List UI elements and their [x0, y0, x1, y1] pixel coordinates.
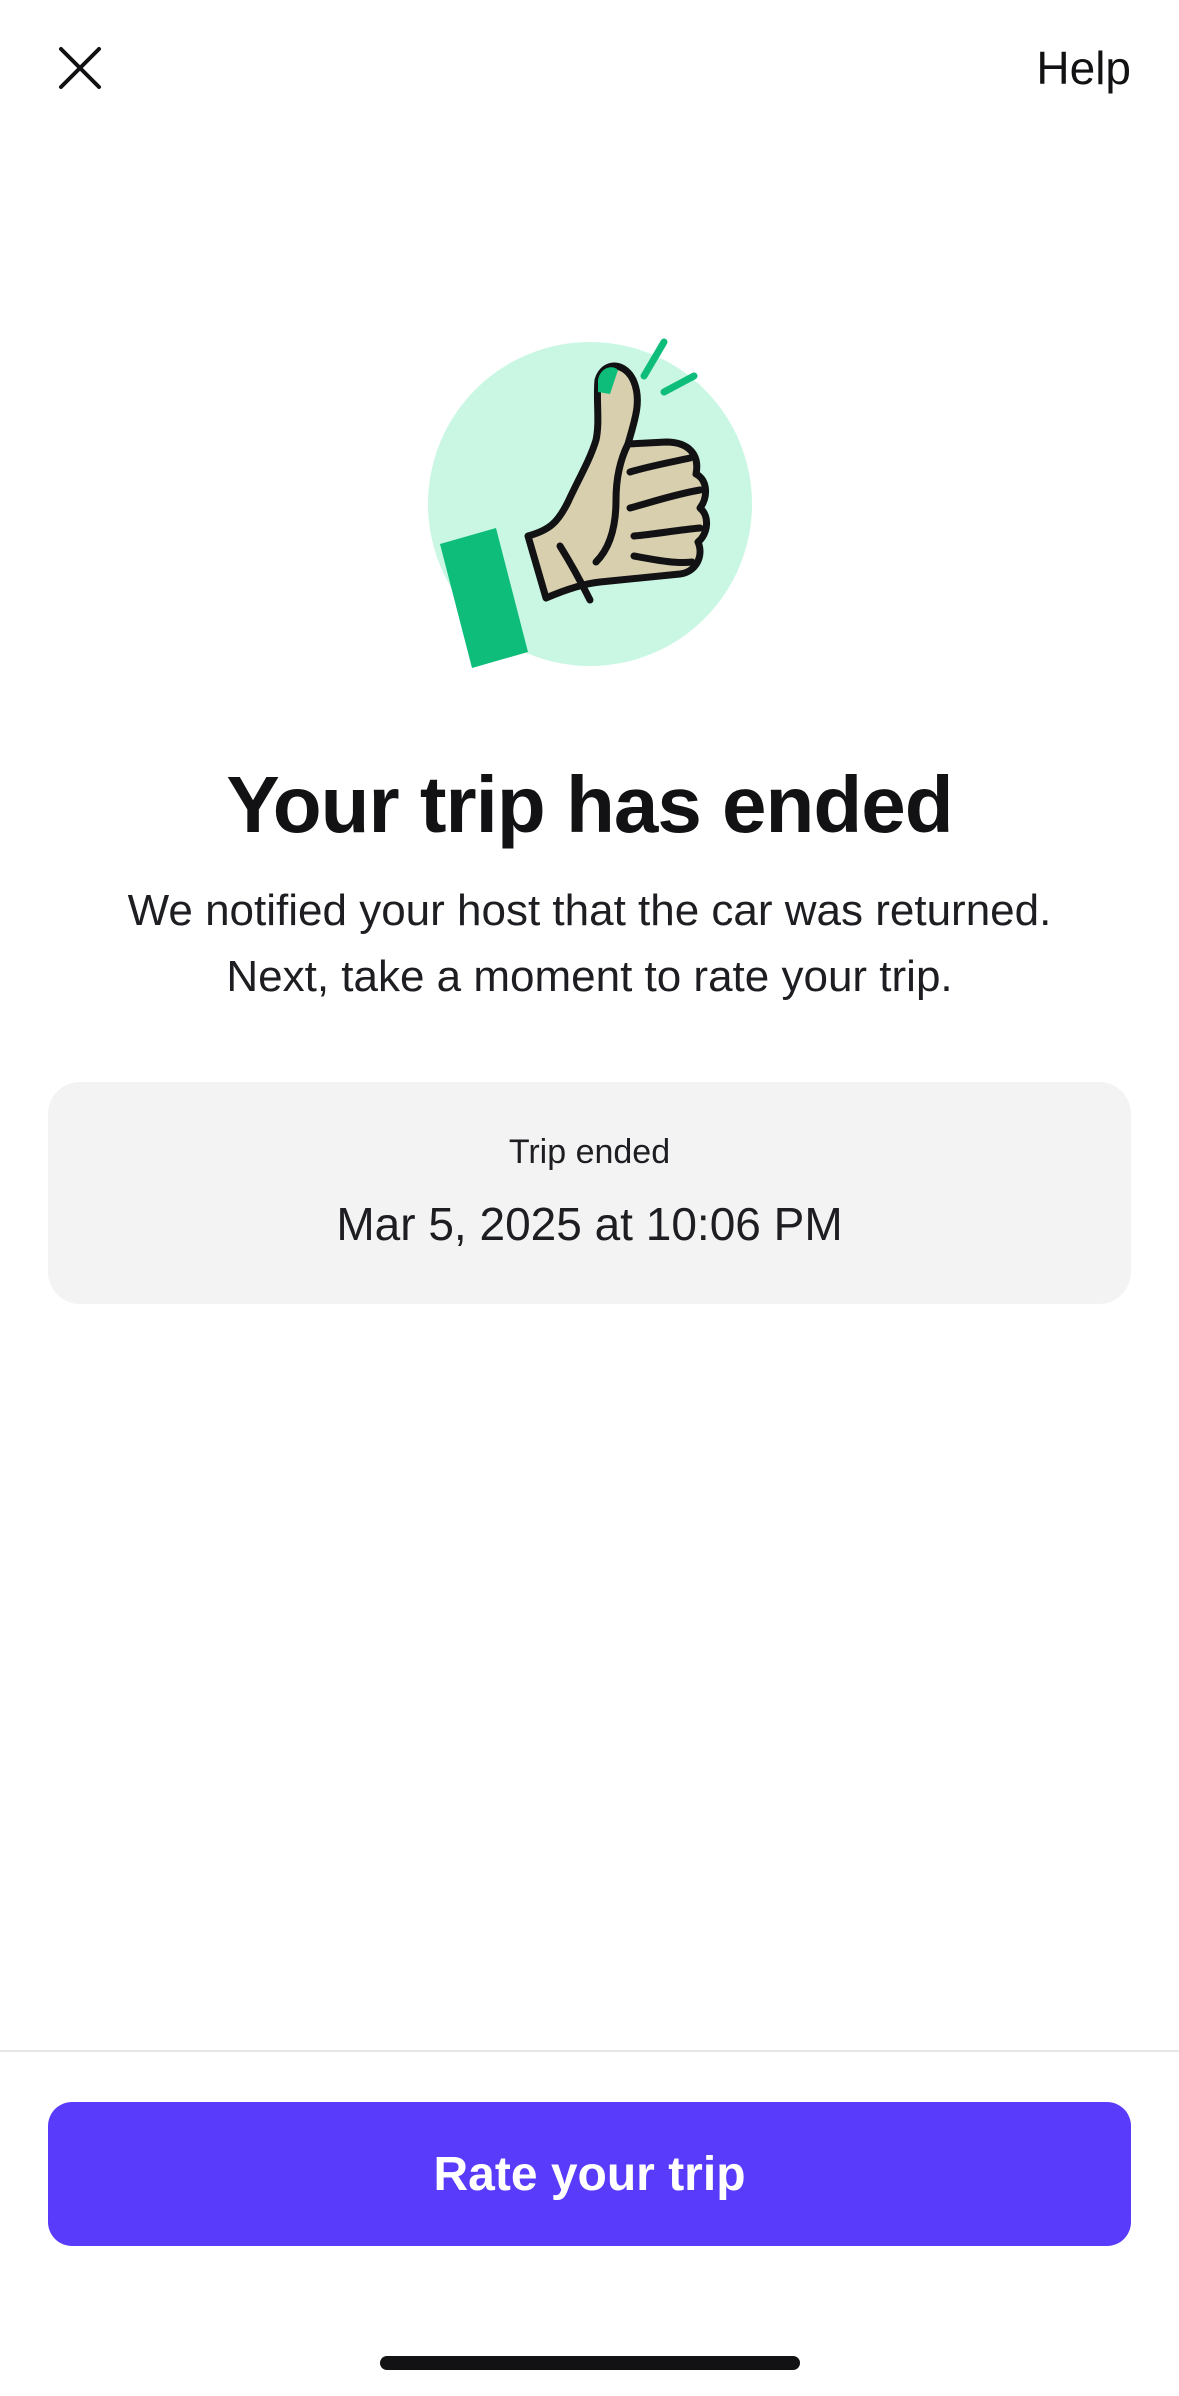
description-line-2: Next, take a moment to rate your trip. [226, 952, 953, 1001]
top-bar: Help [0, 0, 1179, 140]
page-description: We notified your host that the car was r… [60, 878, 1119, 1010]
help-link[interactable]: Help [1036, 38, 1131, 98]
thumbs-up-icon [428, 338, 752, 668]
trip-ended-card: Trip ended Mar 5, 2025 at 10:06 PM [48, 1082, 1131, 1304]
footer-divider [0, 2050, 1179, 2052]
thumbs-up-illustration [420, 330, 760, 680]
rate-trip-button[interactable]: Rate your trip [48, 2102, 1131, 2246]
trip-ended-datetime: Mar 5, 2025 at 10:06 PM [336, 1198, 843, 1250]
close-button[interactable] [48, 36, 112, 100]
page-title: Your trip has ended [226, 760, 953, 849]
close-icon [59, 47, 101, 89]
description-line-1: We notified your host that the car was r… [127, 886, 1052, 935]
home-indicator [380, 2356, 800, 2370]
trip-ended-label: Trip ended [508, 1133, 671, 1171]
